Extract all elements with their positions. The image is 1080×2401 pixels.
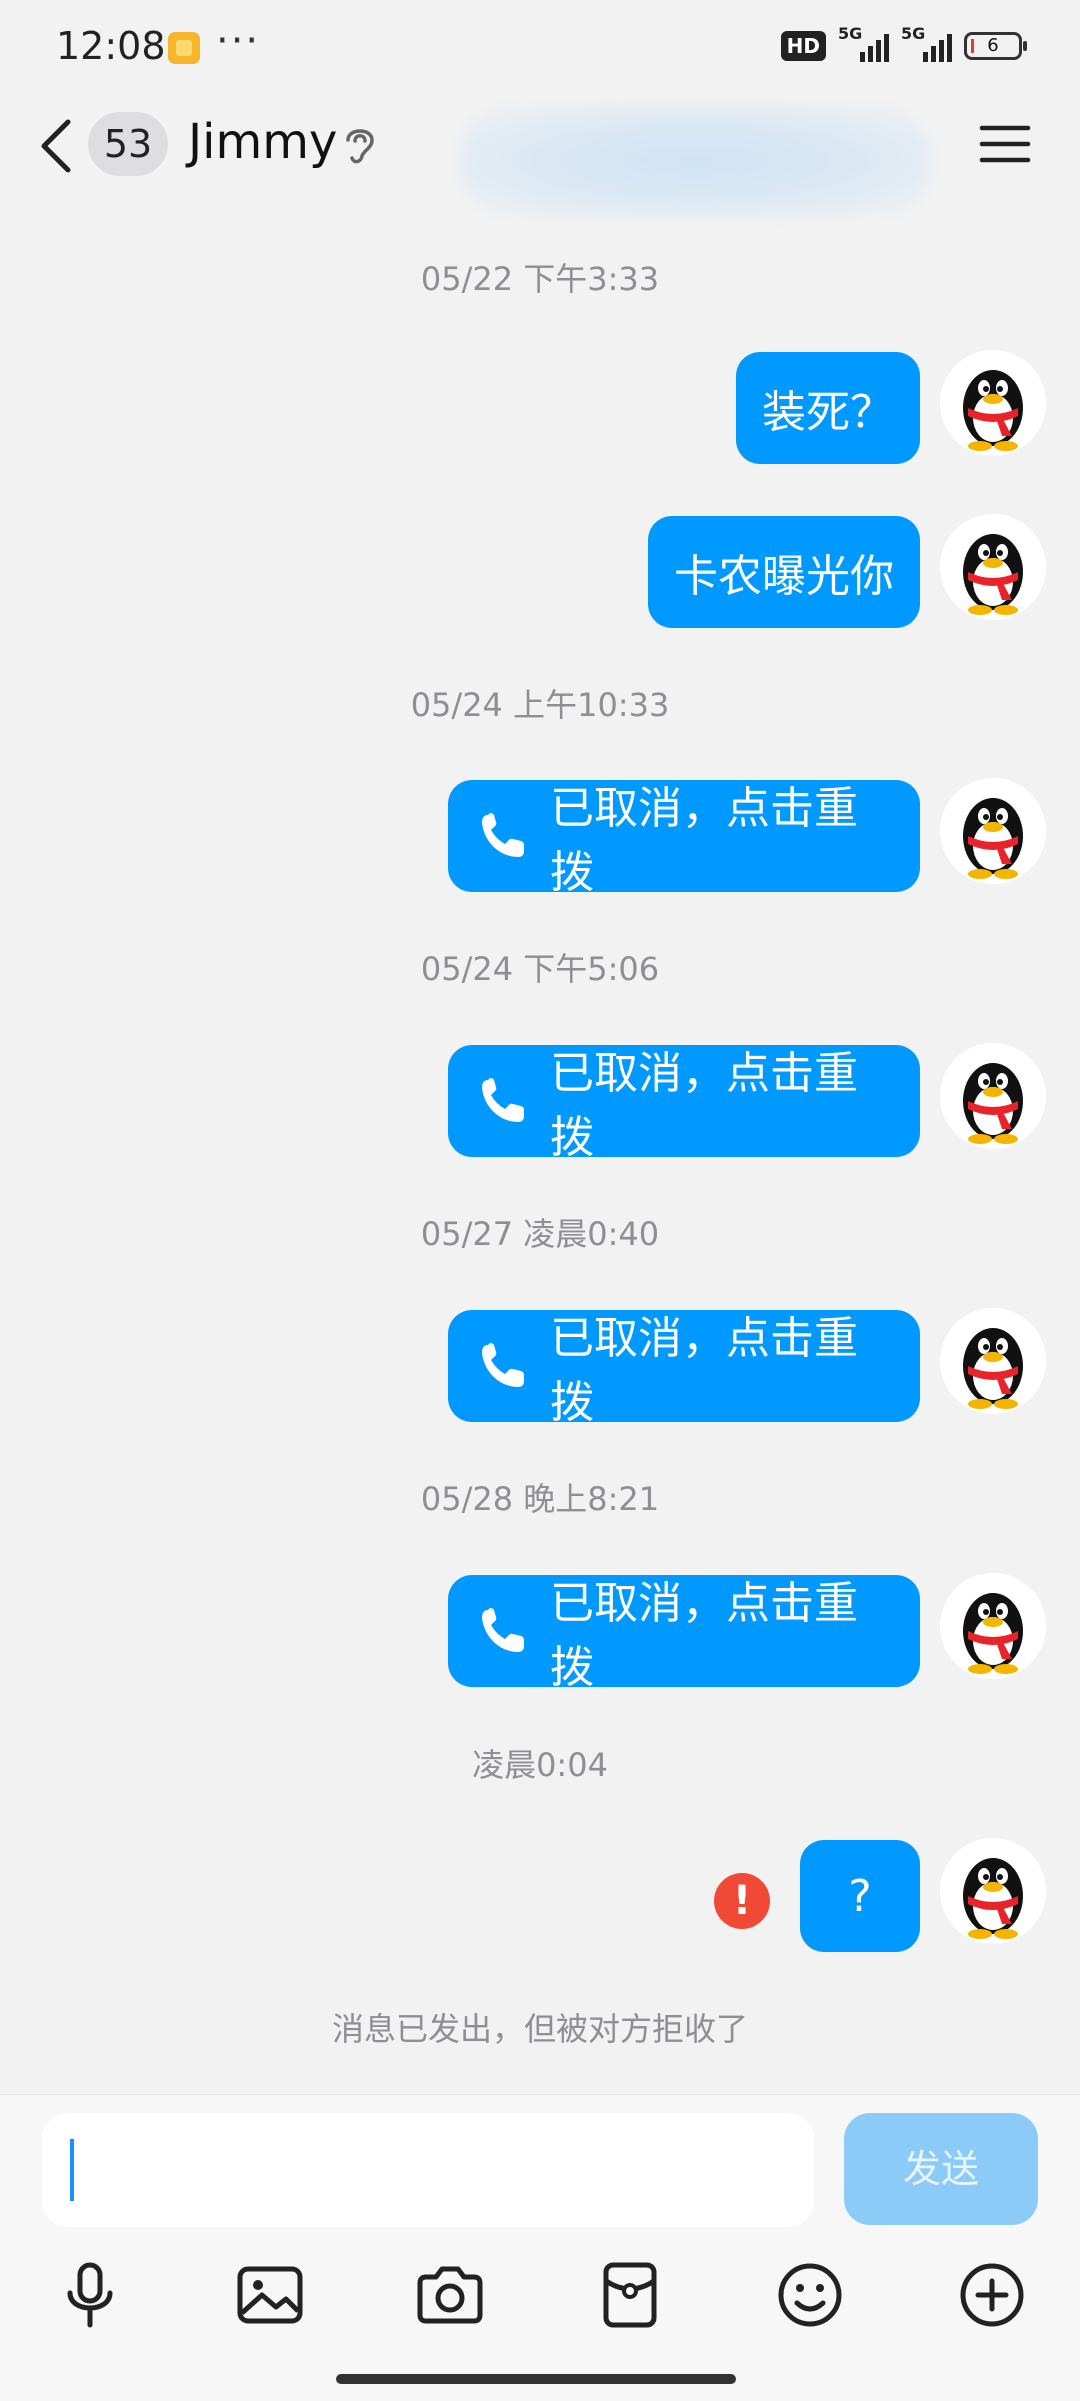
penguin-icon [940,1573,1046,1679]
battery-icon: 6 [964,32,1027,60]
penguin-icon [940,1838,1046,1944]
message-timestamp: 凌晨0:04 [472,1746,608,1784]
earpiece-mode-icon[interactable] [340,122,380,168]
status-time: 12:08 [56,24,166,68]
penguin-icon [940,778,1046,884]
unread-count-badge[interactable]: 53 [88,112,168,176]
message-timestamp: 05/24 上午10:33 [410,686,670,724]
network-type-label-2: 5G [901,24,926,43]
call-record-bubble[interactable]: 已取消，点击重拨 [448,780,920,898]
hd-voice-icon: HD [780,31,826,61]
message-timestamp: 05/27 凌晨0:40 [420,1215,660,1253]
message-timestamp: 05/28 晚上8:21 [420,1480,660,1518]
avatar[interactable] [940,350,1046,456]
avatar[interactable] [940,1308,1046,1414]
image-icon[interactable] [230,2255,310,2335]
send-button[interactable]: 发送 [844,2113,1038,2225]
contact-name[interactable]: Jimmy [188,114,337,170]
send-failed-icon[interactable]: ! [714,1873,770,1929]
penguin-icon [940,1043,1046,1149]
call-status-text: 已取消，点击重拨 [550,783,858,898]
phone-icon [482,1608,524,1652]
status-indicators: HD 5G 5G 6 [780,24,1027,62]
text-cursor [70,2139,74,2201]
phone-icon [482,1343,524,1387]
input-toolbar [0,2255,1080,2355]
message-bubble[interactable]: 卡农曝光你 [648,516,920,628]
avatar[interactable] [940,1573,1046,1679]
call-record-bubble[interactable]: 已取消，点击重拨 [448,1045,920,1163]
rejected-notice: 消息已发出，但被对方拒收了 [331,2010,748,2048]
penguin-icon [940,1308,1046,1414]
call-record-bubble[interactable]: 已取消，点击重拨 [448,1575,920,1693]
avatar[interactable] [940,1043,1046,1149]
penguin-icon [940,514,1046,620]
phone-icon [482,1078,524,1122]
blurred-region [460,106,930,216]
message-input[interactable] [42,2113,814,2227]
emoji-icon[interactable] [770,2255,850,2335]
call-status-text: 已取消，点击重拨 [550,1048,858,1163]
plus-icon[interactable] [952,2255,1032,2335]
avatar[interactable] [940,514,1046,620]
microphone-icon[interactable] [50,2255,130,2335]
message-bubble[interactable]: 装死？ [736,352,920,464]
status-bar: 12:08 ··· HD 5G 5G 6 [0,0,1080,96]
network-type-label: 5G [838,24,863,43]
camera-icon[interactable] [410,2255,490,2335]
message-timestamp: 05/22 下午3:33 [420,260,660,298]
phone-icon [482,813,524,857]
back-arrow-icon[interactable] [34,116,84,176]
red-packet-icon[interactable] [590,2255,670,2335]
menu-icon[interactable] [978,120,1032,168]
signal-icon-2: 5G [901,24,952,62]
message-bubble[interactable]: ? [800,1840,920,1952]
penguin-icon [940,350,1046,456]
home-indicator[interactable] [336,2374,736,2384]
call-status-text: 已取消，点击重拨 [550,1578,858,1693]
notes-app-icon [168,32,200,64]
signal-icon: 5G [838,24,889,62]
message-timestamp: 05/24 下午5:06 [420,950,660,988]
call-status-text: 已取消，点击重拨 [550,1313,858,1428]
call-record-bubble[interactable]: 已取消，点击重拨 [448,1310,920,1428]
avatar[interactable] [940,778,1046,884]
chat-header: 53 Jimmy [0,96,1080,216]
composer-panel: 发送 [0,2094,1080,2401]
avatar[interactable] [940,1838,1046,1944]
more-notifications-icon: ··· [216,18,261,64]
